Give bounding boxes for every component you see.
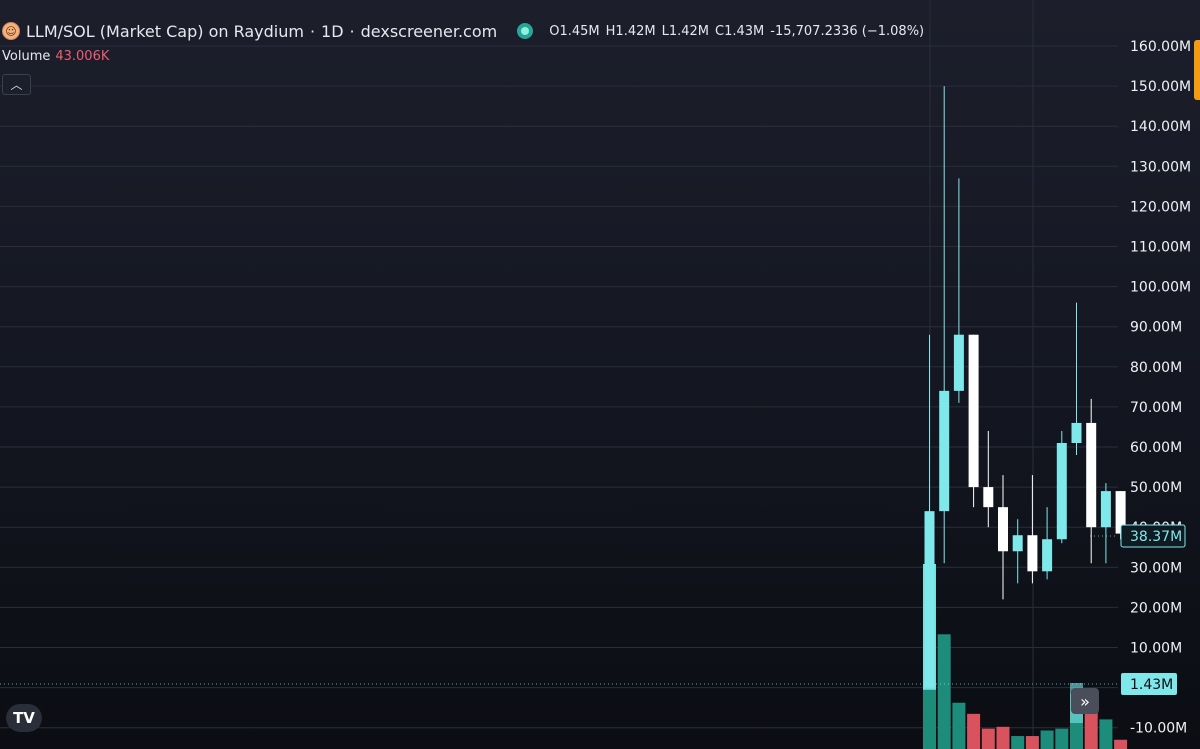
separator: · bbox=[349, 21, 355, 41]
volume-bar bbox=[1040, 730, 1054, 749]
double-chevron-right-icon: » bbox=[1080, 691, 1090, 711]
separator: · bbox=[309, 21, 316, 41]
token-icon: ☺ bbox=[2, 22, 20, 40]
y-axis-tick-label: 60.00M bbox=[1130, 440, 1182, 456]
tradingview-logo-icon: TV bbox=[13, 709, 35, 727]
volume-bar bbox=[1025, 736, 1039, 749]
candles bbox=[924, 86, 1126, 688]
y-axis-tick-label: 160.00M bbox=[1130, 39, 1191, 55]
source-label: dexscreener.com bbox=[360, 21, 498, 41]
y-axis: 160.00M 150.00M 140.00M 130.00M 120.00M 110.0… bbox=[1130, 39, 1191, 737]
y-axis-tick-label: 70.00M bbox=[1130, 400, 1182, 416]
candle-body bbox=[1056, 442, 1067, 540]
y-axis-tick-label: 30.00M bbox=[1130, 560, 1182, 576]
candle-body bbox=[983, 487, 994, 508]
candle-body bbox=[1086, 422, 1097, 528]
interval-label[interactable]: 1D bbox=[321, 22, 344, 41]
y-axis-tick-label: 130.00M bbox=[1130, 159, 1191, 175]
volume-legend: Volume 43.006K bbox=[2, 49, 109, 64]
volume-bar bbox=[937, 634, 951, 749]
candle-body bbox=[968, 334, 979, 488]
collapse-legend-button[interactable]: ︿ bbox=[2, 74, 31, 95]
price-badge-label: 38.37M bbox=[1130, 529, 1182, 545]
candle-body bbox=[924, 511, 935, 688]
candle-body bbox=[1012, 535, 1023, 552]
ohlc-values: O1.45M H1.42M L1.42M C1.43M -15,707.2336… bbox=[549, 24, 924, 39]
candle-body bbox=[939, 390, 950, 512]
ohlc-open: O1.45M bbox=[549, 23, 600, 39]
y-axis-tick-label: 50.00M bbox=[1130, 480, 1182, 496]
y-axis-tick-label: 110.00M bbox=[1130, 240, 1191, 256]
tradingview-logo[interactable]: TV bbox=[6, 704, 42, 732]
grid-lines bbox=[0, 45, 1118, 729]
candle-body bbox=[1042, 539, 1053, 572]
volume-bar bbox=[1114, 739, 1128, 749]
volume-value: 43.006K bbox=[55, 49, 110, 64]
market-status-icon bbox=[517, 23, 534, 39]
volume-bar bbox=[1011, 736, 1025, 749]
y-axis-tick-label: 90.00M bbox=[1130, 320, 1182, 336]
y-axis-tick-label: -10.00M bbox=[1130, 721, 1187, 737]
candle-body bbox=[953, 334, 964, 391]
ohlc-change: -15,707.2336 (−1.08%) bbox=[770, 23, 925, 39]
ohlc-low: L1.42M bbox=[661, 23, 710, 39]
y-axis-tick-label: 100.00M bbox=[1130, 280, 1191, 296]
candle-body bbox=[1027, 535, 1038, 572]
candle-body bbox=[1071, 422, 1082, 443]
edge-indicator bbox=[1194, 40, 1200, 100]
y-axis-tick-label: 120.00M bbox=[1130, 199, 1191, 215]
chart-root: 160.00M 150.00M 140.00M 130.00M 120.00M 110.0… bbox=[0, 0, 1200, 749]
pair-title: LLM/SOL (Market Cap) on Raydium bbox=[26, 21, 304, 41]
volume-bar bbox=[967, 713, 981, 749]
price-chart[interactable]: 160.00M 150.00M 140.00M 130.00M 120.00M 110.0… bbox=[0, 0, 1200, 749]
volume-bar bbox=[1099, 719, 1113, 749]
volume-bars bbox=[923, 564, 1128, 749]
volume-bar bbox=[1055, 728, 1069, 749]
volume-bar bbox=[996, 726, 1010, 749]
volume-label: Volume bbox=[2, 49, 51, 64]
y-axis-tick-label: 80.00M bbox=[1130, 360, 1182, 376]
scroll-to-realtime-button[interactable]: » bbox=[1071, 688, 1099, 714]
volume-bar bbox=[981, 728, 995, 749]
candle-body bbox=[1100, 491, 1111, 528]
chart-legend: ☺ LLM/SOL (Market Cap) on Raydium · 1D ·… bbox=[2, 20, 924, 42]
volume-bar bbox=[952, 702, 966, 749]
candle-body bbox=[998, 507, 1008, 552]
y-axis-tick-label: 140.00M bbox=[1130, 119, 1191, 135]
chevron-up-icon: ︿ bbox=[10, 78, 23, 92]
ohlc-close: C1.43M bbox=[715, 23, 765, 39]
volume-badge-label: 1.43M bbox=[1130, 677, 1173, 693]
y-axis-tick-label: 150.00M bbox=[1130, 79, 1191, 95]
y-axis-tick-label: 20.00M bbox=[1130, 600, 1182, 616]
y-axis-tick-label: 10.00M bbox=[1130, 641, 1182, 657]
ohlc-high: H1.42M bbox=[605, 23, 656, 39]
